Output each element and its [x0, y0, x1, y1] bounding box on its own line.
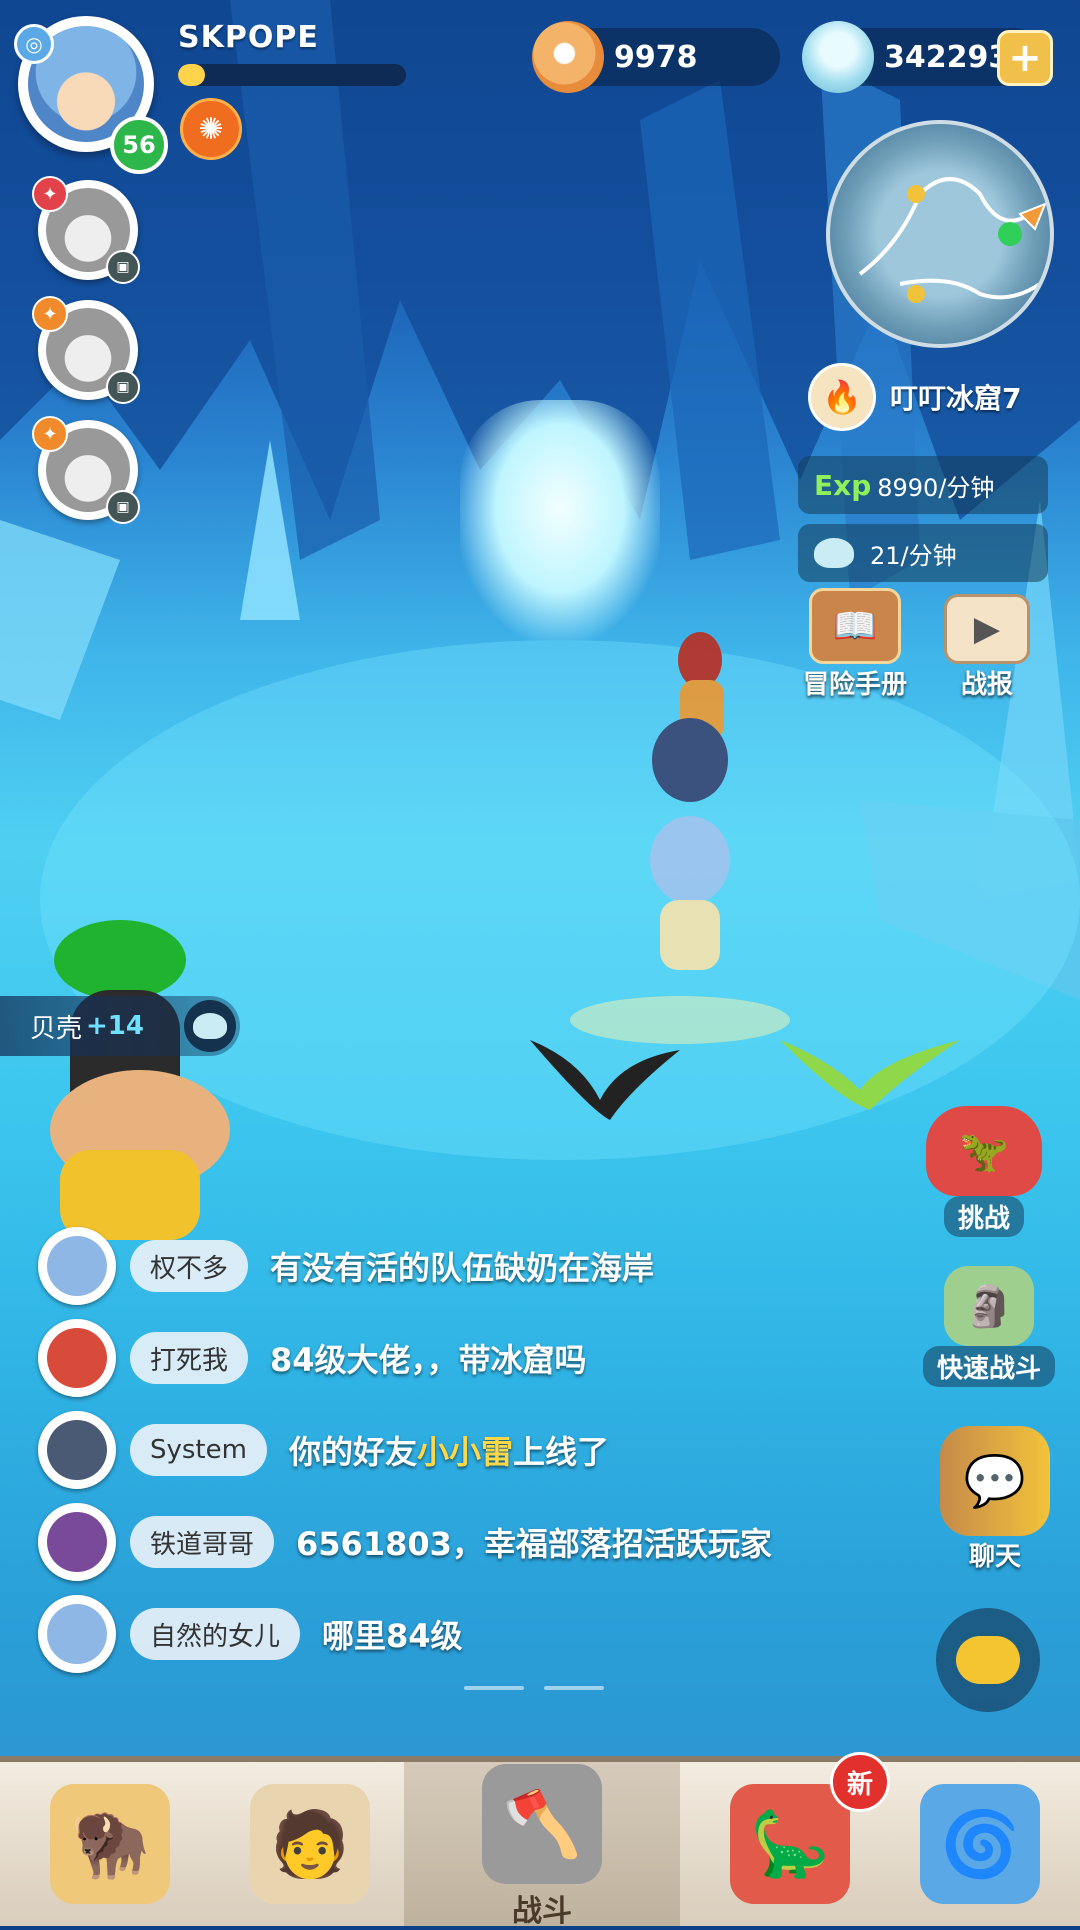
chat-sender: 铁道哥哥 — [130, 1516, 275, 1568]
shell-icon — [184, 1000, 236, 1052]
chat-label: 聊天 — [968, 1542, 1021, 1572]
play-video-icon: ▶ — [944, 594, 1030, 664]
chat-avatar — [38, 1411, 116, 1489]
pearl-count: 9978 — [614, 39, 698, 75]
tribe-chief-icon: 🦬 — [50, 1784, 170, 1904]
chat-button[interactable]: 💬 聊天 — [928, 1426, 1062, 1573]
player-exp-fill — [178, 64, 206, 86]
page-indicator — [464, 1686, 604, 1690]
element-fire-icon: ✦ — [32, 176, 68, 212]
stone-axe-icon: 🪓 — [482, 1764, 602, 1884]
exp-rate-value: 8990/分钟 — [877, 473, 995, 502]
chat-text: 哪里84级 — [322, 1617, 463, 1655]
shell-pickup-notice: 贝壳 +14 — [0, 996, 240, 1056]
chat-message[interactable]: 打死我 84级大佬，，带冰窟吗 — [38, 1318, 587, 1398]
shell-count: 342293 — [884, 39, 1010, 75]
element-flame-icon: ✦ — [32, 296, 68, 332]
add-currency-button[interactable]: + — [997, 30, 1053, 86]
chat-message[interactable]: System 你的好友小小雷上线了 — [38, 1410, 609, 1490]
chat-message[interactable]: 自然的女儿 哪里84级 — [38, 1594, 463, 1674]
handbook-icon: 📖 — [809, 588, 901, 664]
nav-tribe[interactable]: 🦬 — [10, 1762, 210, 1926]
challenge-button[interactable]: 🦖 挑战 — [914, 1106, 1054, 1237]
chat-avatar — [38, 1503, 116, 1581]
buff-icon[interactable]: ✺ — [180, 98, 242, 160]
challenge-label: 挑战 — [943, 1196, 1024, 1237]
stone-statue-icon: 🗿 — [944, 1266, 1034, 1346]
minimap[interactable] — [826, 120, 1054, 348]
exp-rate: Exp 8990/分钟 — [798, 456, 1048, 514]
exp-tag: Exp — [814, 468, 872, 502]
quick-battle-button[interactable]: 🗿 快速战斗 — [922, 1266, 1056, 1387]
battle-report-label: 战报 — [960, 670, 1013, 700]
chat-sender: 自然的女儿 — [130, 1608, 301, 1660]
cave-light — [460, 400, 660, 640]
command-icon[interactable]: ▣ — [106, 370, 140, 404]
player-exp-bar — [178, 64, 406, 86]
new-badge: 新 — [830, 1752, 890, 1812]
nav-battle[interactable]: 🪓 战斗 — [404, 1762, 680, 1929]
chat-message[interactable]: 铁道哥哥 6561803，幸福部落招活跃玩家 — [38, 1502, 772, 1582]
handbook-label: 冒险手册 — [802, 670, 907, 700]
handbook-button[interactable]: 📖 冒险手册 — [792, 588, 918, 701]
chat-text: 你的好友小小雷上线了 — [289, 1427, 609, 1473]
chat-avatar — [38, 1227, 116, 1305]
location-row: 🔥 叮叮冰窟7 — [808, 362, 1048, 432]
nav-partners[interactable]: 🧑 — [210, 1762, 410, 1926]
element-flame-icon: ✦ — [32, 416, 68, 452]
portal-gate-icon: 🌀 — [920, 1784, 1040, 1904]
battle-label: 战斗 — [512, 1894, 572, 1929]
shell-icon — [802, 21, 874, 93]
chat-sender: 权不多 — [130, 1240, 249, 1292]
party-member-3[interactable]: ✦ ▣ — [32, 416, 140, 524]
chat-friend-name[interactable]: 小小雷 — [417, 1433, 513, 1471]
location-name: 叮叮冰窟7 — [890, 382, 1022, 415]
pearl-shell-icon — [532, 21, 604, 93]
dinosaur-icon: 🦖 — [926, 1106, 1042, 1196]
player-name: SKPOPE — [178, 20, 319, 55]
command-icon[interactable]: ▣ — [106, 250, 140, 284]
chat-message[interactable]: 权不多 有没有活的队伍缺奶在海岸 — [38, 1226, 654, 1306]
command-icon[interactable]: ▣ — [106, 490, 140, 524]
chat-text-pre: 你的好友 — [288, 1433, 417, 1471]
chat-sender: 打死我 — [130, 1332, 249, 1384]
pickup-amount: +14 — [86, 1011, 144, 1041]
player-level-badge: 56 — [110, 116, 168, 174]
chat-avatar — [38, 1319, 116, 1397]
quick-battle-label: 快速战斗 — [922, 1346, 1055, 1387]
chat-text-post: 上线了 — [513, 1433, 610, 1471]
pearl-currency: 9978 — [532, 21, 780, 93]
chat-characters-icon: 💬 — [940, 1426, 1050, 1536]
shell-icon — [814, 538, 854, 568]
pickup-label: 贝壳 — [30, 1013, 83, 1044]
party-member-1[interactable]: ✦ ▣ — [32, 176, 140, 284]
shell-rate: 21/分钟 — [798, 524, 1048, 582]
chat-bubble-icon — [956, 1636, 1020, 1684]
chat-sender: System — [130, 1424, 267, 1476]
chat-text: 84级大佬，，带冰窟吗 — [270, 1341, 587, 1379]
chat-text: 有没有活的队伍缺奶在海岸 — [270, 1249, 655, 1287]
chat-bubble-button[interactable] — [936, 1608, 1040, 1712]
bottom-nav: 🦬 🧑 🪓 战斗 🦕 🌀 — [0, 1756, 1080, 1929]
element-water-icon: ◎ — [14, 24, 54, 64]
chat-avatar — [38, 1595, 116, 1673]
chat-text: 6561803，幸福部落招活跃玩家 — [296, 1525, 772, 1563]
nav-portal[interactable]: 🌀 — [880, 1762, 1080, 1926]
campfire-icon: 🔥 — [808, 363, 876, 431]
pet-dinosaur-icon: 🦕 — [730, 1784, 850, 1904]
shell-rate-value: 21/分钟 — [870, 541, 957, 570]
party-member-2[interactable]: ✦ ▣ — [32, 296, 140, 404]
warrior-icon: 🧑 — [250, 1784, 370, 1904]
battle-report-button[interactable]: ▶ 战报 — [932, 594, 1042, 701]
